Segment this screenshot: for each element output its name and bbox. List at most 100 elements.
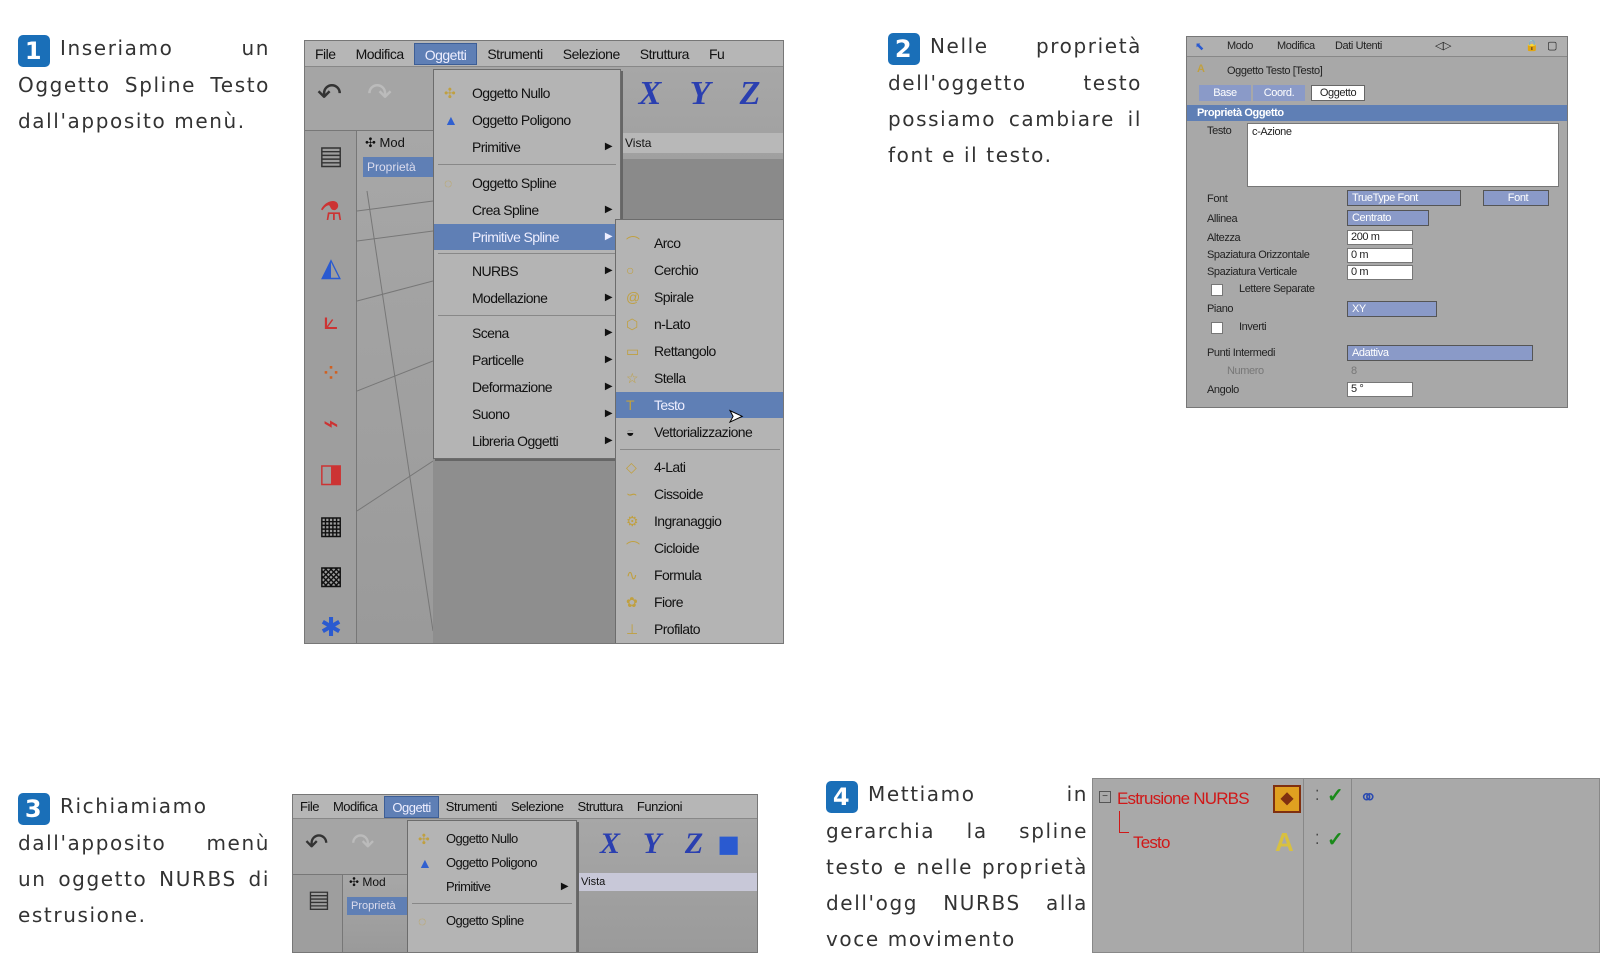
menu-item-primitive-spline[interactable]: Primitive Spline ▶: [434, 224, 620, 250]
submenu-item-cerchio[interactable]: ○ Cerchio: [616, 257, 783, 283]
submenu-item-arco[interactable]: ⌒ Arco: [616, 230, 783, 256]
object-icon[interactable]: ⚗: [311, 191, 351, 231]
punti-intermedi-dropdown[interactable]: Adattiva: [1347, 345, 1533, 361]
menu-oggetti[interactable]: Oggetti: [413, 42, 478, 65]
tag-icon[interactable]: ⚭: [1359, 785, 1377, 811]
viewport-tab-2[interactable]: ✣ Mod: [349, 875, 386, 889]
enabled-check-icon-2[interactable]: ✓: [1327, 827, 1344, 852]
redo-icon[interactable]: ↷: [367, 77, 392, 112]
visibility-dots-icon-2[interactable]: ⁚: [1315, 831, 1319, 848]
menu-item-modellazione[interactable]: Modellazione ▶: [434, 285, 620, 311]
altezza-input[interactable]: 200 m: [1347, 230, 1413, 245]
piano-dropdown[interactable]: XY: [1347, 301, 1437, 317]
menu-item-suono[interactable]: Suono ▶: [434, 401, 620, 427]
axis-x-button-2[interactable]: X: [587, 821, 633, 867]
menu-item-crea-spline[interactable]: Crea Spline ▶: [434, 197, 620, 223]
menu-oggetti-2[interactable]: Oggetti: [384, 795, 439, 818]
axis-icon[interactable]: ⟀: [311, 301, 351, 341]
collapse-icon[interactable]: −: [1099, 791, 1111, 803]
window-icon[interactable]: ▢: [1547, 39, 1557, 52]
submenu-item-profilato[interactable]: ⊥ Profilato: [616, 616, 783, 642]
edges-icon[interactable]: ⌁: [311, 403, 351, 443]
hierarchy-parent-label[interactable]: Estrusione NURBS: [1117, 789, 1250, 809]
submenu-item-ingranaggio[interactable]: ⚙ Ingranaggio: [616, 508, 783, 534]
submenu-item-testo[interactable]: T Testo: [616, 392, 783, 418]
inverti-checkbox[interactable]: [1211, 322, 1223, 334]
cube-icon[interactable]: ◼: [717, 827, 740, 860]
props-menu-dati-utenti[interactable]: Dati Utenti: [1335, 40, 1382, 52]
props-tab-oggetto[interactable]: Oggetto: [1311, 85, 1365, 101]
axis-y-button[interactable]: Y: [677, 71, 723, 117]
axis-z-button-2[interactable]: Z: [671, 821, 717, 867]
texture-axis-icon[interactable]: ▩: [311, 555, 351, 595]
submenu-item-rettangolo[interactable]: ▭ Rettangolo: [616, 338, 783, 364]
menu-modifica-2[interactable]: Modifica: [326, 796, 384, 818]
menu-item-scena[interactable]: Scena ▶: [434, 320, 620, 346]
axis-x-button[interactable]: X: [627, 71, 673, 117]
axis-y-button-2[interactable]: Y: [629, 821, 675, 867]
menu-item-oggetto-nullo[interactable]: ✣ Oggetto Nullo: [434, 80, 620, 106]
menu-item-libreria-oggetti[interactable]: Libreria Oggetti ▶: [434, 428, 620, 454]
submenu-item-fiore[interactable]: ✿ Fiore: [616, 589, 783, 615]
tweak-icon[interactable]: ✱: [311, 607, 351, 643]
font-button[interactable]: Font: [1483, 190, 1549, 206]
undo-icon[interactable]: ↶: [317, 77, 342, 112]
menu-item-primitive[interactable]: Primitive ▶: [434, 134, 620, 160]
font-dropdown[interactable]: TrueType Font: [1347, 190, 1461, 206]
spaziatura-orizzontale-input[interactable]: 0 m: [1347, 248, 1413, 263]
lock-icon[interactable]: 🔒: [1525, 39, 1539, 52]
layout-icon[interactable]: ▤: [311, 135, 351, 175]
model-icon[interactable]: ◭: [311, 247, 351, 287]
menu-item-oggetto-poligono-2[interactable]: ▲ Oggetto Poligono: [408, 851, 576, 875]
submenu-item-formula[interactable]: ∿ Formula: [616, 562, 783, 588]
props-tab-base[interactable]: Base: [1199, 85, 1251, 101]
props-arrow-icon[interactable]: ⬉: [1195, 40, 1204, 53]
menu-selezione-2[interactable]: Selezione: [504, 796, 571, 818]
submenu-item-vettorializzazione[interactable]: ◒ Vettorializzazione: [616, 419, 783, 445]
submenu-item-stella[interactable]: ☆ Stella: [616, 365, 783, 391]
undo-icon-2[interactable]: ↶: [305, 827, 328, 860]
menu-modifica[interactable]: Modifica: [346, 43, 414, 65]
lettere-separate-checkbox[interactable]: [1211, 284, 1223, 296]
menu-funzioni[interactable]: Fu: [699, 43, 734, 65]
menu-item-particelle[interactable]: Particelle ▶: [434, 347, 620, 373]
menu-item-oggetto-poligono[interactable]: ▲ Oggetto Poligono: [434, 107, 620, 133]
properties-tab-2[interactable]: Proprietà: [347, 897, 407, 915]
submenu-item-cissoide[interactable]: ∽ Cissoide: [616, 481, 783, 507]
angolo-input[interactable]: 5 °: [1347, 382, 1413, 397]
testo-textarea[interactable]: c-Azione: [1247, 123, 1559, 187]
props-menu-modifica[interactable]: Modifica: [1277, 40, 1315, 52]
props-menu-modo[interactable]: Modo: [1227, 40, 1253, 52]
menu-file-2[interactable]: File: [293, 796, 326, 818]
menu-item-primitive-2[interactable]: Primitive ▶: [408, 875, 576, 899]
enabled-check-icon[interactable]: ✓: [1327, 783, 1344, 808]
axis-z-button[interactable]: Z: [727, 71, 773, 117]
submenu-item-cicloide[interactable]: ⌒ Cicloide: [616, 535, 783, 561]
layout-icon-2[interactable]: ▤: [299, 879, 339, 919]
points-icon[interactable]: ⁘: [311, 353, 351, 393]
menu-item-oggetto-spline[interactable]: ◌ Oggetto Spline: [434, 170, 620, 196]
menu-item-oggetto-spline-2[interactable]: ◌ Oggetto Spline: [408, 909, 576, 933]
props-tab-coord[interactable]: Coord.: [1253, 85, 1305, 101]
submenu-item-spirale[interactable]: @ Spirale: [616, 284, 783, 310]
allinea-dropdown[interactable]: Centrato: [1347, 210, 1429, 226]
redo-icon-2[interactable]: ↷: [351, 827, 374, 860]
menu-struttura-2[interactable]: Struttura: [571, 796, 630, 818]
spaziatura-verticale-input[interactable]: 0 m: [1347, 265, 1413, 280]
hierarchy-child-label[interactable]: Testo: [1133, 833, 1170, 853]
texture-icon[interactable]: ▦: [311, 505, 351, 545]
menu-strumenti-2[interactable]: Strumenti: [439, 796, 504, 818]
visibility-dots-icon[interactable]: ⁚: [1315, 787, 1319, 804]
menu-item-oggetto-nullo-2[interactable]: ✣ Oggetto Nullo: [408, 827, 576, 851]
menu-item-deformazione[interactable]: Deformazione ▶: [434, 374, 620, 400]
props-back-icon[interactable]: ◁▷: [1435, 39, 1452, 52]
menu-selezione[interactable]: Selezione: [553, 43, 630, 65]
submenu-item-n-lato[interactable]: ⬡ n-Lato: [616, 311, 783, 337]
submenu-item-4-lati[interactable]: ◇ 4-Lati: [616, 454, 783, 480]
menu-funzioni-2[interactable]: Funzioni: [630, 796, 689, 818]
polygons-icon[interactable]: ◨: [311, 453, 351, 493]
menu-file[interactable]: File: [305, 43, 346, 65]
menu-strumenti[interactable]: Strumenti: [477, 43, 552, 65]
menu-struttura[interactable]: Struttura: [630, 43, 699, 65]
menu-item-nurbs[interactable]: NURBS ▶: [434, 258, 620, 284]
